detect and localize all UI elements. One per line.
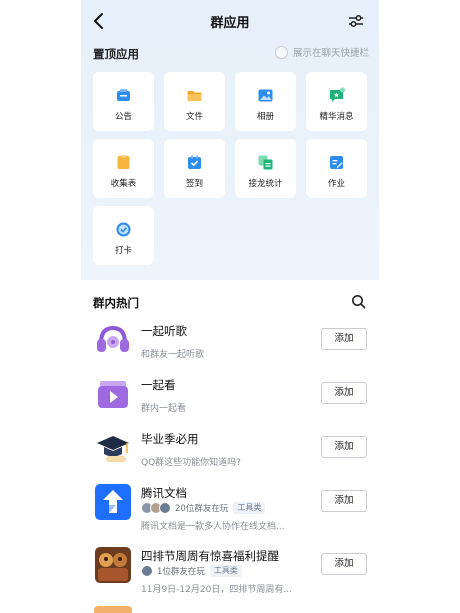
category-tag: 工具类: [209, 565, 242, 577]
game-avatar-icon: [95, 547, 131, 583]
app-label: 打卡: [114, 246, 132, 256]
add-button[interactable]: 添加: [321, 328, 367, 350]
add-button[interactable]: 添加: [321, 436, 367, 458]
announcement-icon: [117, 89, 130, 101]
album-icon: [258, 89, 273, 102]
shortcut-toggle-label: 展示在聊天快捷栏: [292, 48, 369, 59]
clock-in-icon: [116, 222, 131, 237]
pinned-apps-title: 置顶应用: [93, 47, 139, 61]
list-item[interactable]: 腾讯文档 20位群友在玩 工具类 腾讯文档是一款多人协作在线文档... 添加: [81, 483, 379, 543]
next-item-avatar-peek: [94, 606, 132, 613]
show-in-chat-shortcut-toggle[interactable]: 展示在聊天快捷栏: [274, 45, 369, 59]
app-name: 毕业季必用: [141, 432, 199, 446]
app-tile-homework[interactable]: 作业: [306, 139, 367, 198]
app-name: 四排节周周有惊喜福利提醒: [141, 549, 279, 563]
friends-playing-count: 1位群友在玩: [157, 567, 205, 577]
navbar: 群应用: [81, 0, 379, 42]
app-tile-featured-messages[interactable]: 精华消息: [306, 72, 367, 131]
phone-screen: 群应用 置顶应用 展示在聊天快捷栏 公告 文件 相册 精华消息 收集表 签到 接…: [81, 0, 379, 613]
right-margin: [379, 0, 460, 613]
left-margin: [0, 0, 81, 613]
app-tile-relay-stats[interactable]: 接龙统计: [235, 139, 296, 198]
app-name: 一起看: [141, 378, 176, 392]
collection-form-icon: [117, 155, 130, 169]
friends-playing-count: 20位群友在玩: [175, 504, 229, 514]
app-description: 腾讯文档是一款多人协作在线文档...: [141, 522, 285, 532]
app-description: QQ群这些功能你知道吗?: [141, 458, 241, 468]
homework-icon: [330, 156, 343, 169]
app-label: 作业: [327, 179, 345, 189]
app-tile-collection-form[interactable]: 收集表: [93, 139, 154, 198]
radio-icon[interactable]: [274, 45, 288, 59]
app-label: 相册: [256, 112, 274, 122]
list-item[interactable]: 毕业季必用 QQ群这些功能你知道吗? 添加: [81, 429, 379, 489]
app-description: 和群友一起听歌: [141, 350, 205, 360]
app-name: 腾讯文档: [141, 486, 187, 500]
app-tile-announcement[interactable]: 公告: [93, 72, 154, 131]
watch-together-icon: [98, 381, 128, 408]
add-button[interactable]: 添加: [321, 490, 367, 512]
page-title: 群应用: [210, 16, 250, 31]
app-description: 11月9日-12月20日，四排节周周有...: [141, 585, 292, 595]
featured-message-icon: [330, 87, 345, 102]
app-label: 收集表: [110, 179, 137, 189]
hot-apps-title: 群内热门: [93, 296, 139, 310]
graduation-cap-icon: [97, 436, 129, 462]
add-button[interactable]: 添加: [321, 553, 367, 575]
app-meta: 20位群友在玩 工具类: [141, 501, 266, 515]
app-tile-clock-in[interactable]: 打卡: [93, 206, 154, 265]
app-description: 群内一起看: [141, 404, 187, 414]
listen-together-icon: [97, 325, 129, 352]
relay-stats-icon: [258, 155, 273, 170]
app-meta: 1位群友在玩 工具类: [141, 564, 242, 578]
app-label: 文件: [185, 112, 203, 122]
tencent-docs-icon: [95, 484, 131, 520]
friend-avatars: [141, 502, 171, 514]
app-label: 精华消息: [319, 112, 354, 122]
app-tile-check-in[interactable]: 签到: [164, 139, 225, 198]
folder-icon: [187, 91, 202, 101]
app-tile-album[interactable]: 相册: [235, 72, 296, 131]
check-in-icon: [188, 155, 201, 169]
list-item[interactable]: 一起看 群内一起看 添加: [81, 375, 379, 435]
list-item[interactable]: 四排节周周有惊喜福利提醒 1位群友在玩 工具类 11月9日-12月20日，四排节…: [81, 546, 379, 606]
search-icon[interactable]: [351, 294, 366, 309]
list-item[interactable]: 一起听歌 和群友一起听歌 添加: [81, 321, 379, 381]
app-tile-files[interactable]: 文件: [164, 72, 225, 131]
app-name: 一起听歌: [141, 324, 187, 338]
category-tag: 工具类: [233, 502, 266, 514]
app-label: 签到: [185, 179, 203, 189]
app-label: 接龙统计: [248, 179, 283, 189]
add-button[interactable]: 添加: [321, 382, 367, 404]
friend-avatars: [141, 565, 153, 577]
settings-sliders-icon[interactable]: [347, 12, 365, 30]
app-label: 公告: [114, 112, 132, 122]
